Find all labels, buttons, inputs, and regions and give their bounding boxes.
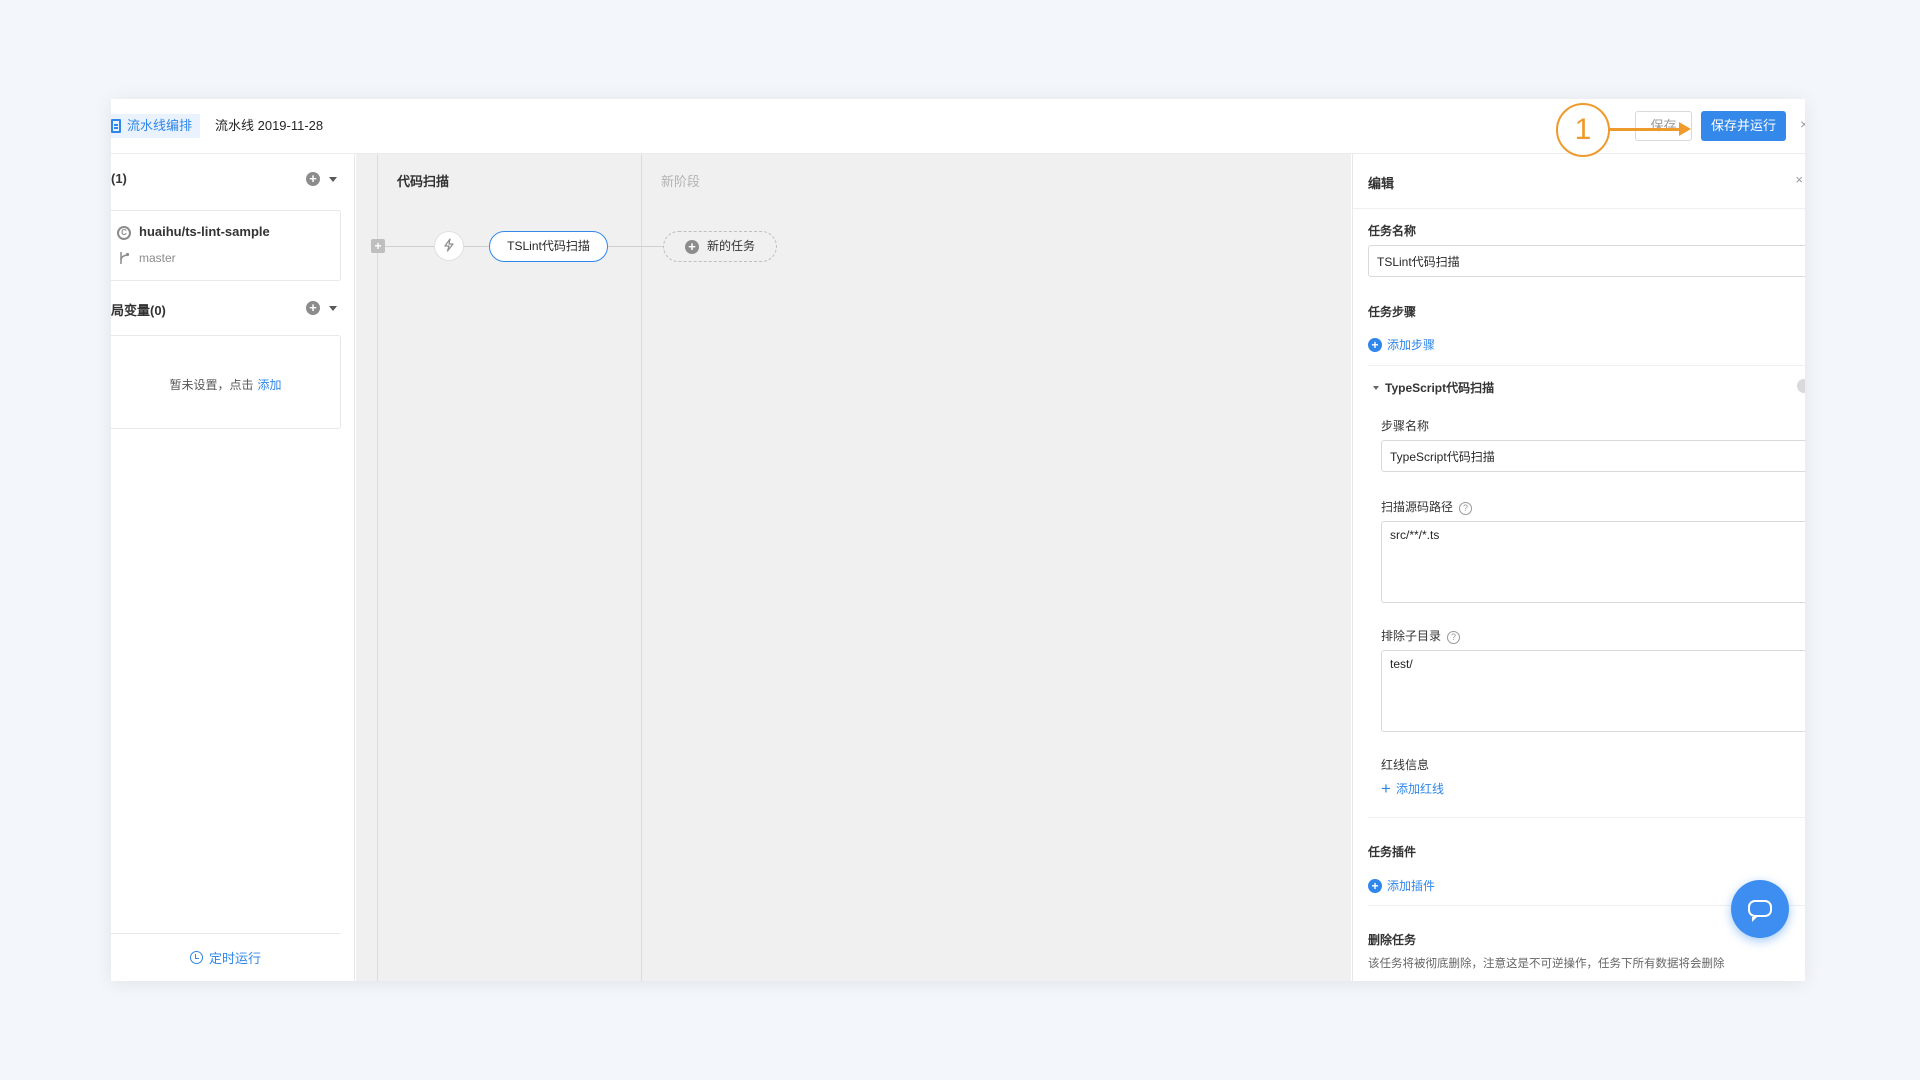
connector-line	[464, 246, 489, 247]
document-icon	[111, 119, 121, 133]
annotation-arrow-icon	[1609, 122, 1691, 136]
delete-task-label: 删除任务	[1368, 933, 1417, 947]
variables-card: 暂未设置，点击 添加	[111, 335, 341, 429]
add-variable-icon[interactable]: +	[306, 301, 320, 315]
exclude-dir-label: 排除子目录	[1381, 629, 1442, 643]
add-source-icon[interactable]: +	[306, 172, 320, 186]
scheduled-run-label: 定时运行	[208, 951, 261, 966]
plus-circle-icon: +	[1368, 337, 1382, 352]
close-icon[interactable]: ×	[1795, 172, 1803, 187]
stage-title[interactable]: 代码扫描	[397, 171, 449, 190]
add-step-button[interactable]: + 添加步骤	[1368, 336, 1435, 353]
add-redline-label: 添加红线	[1395, 782, 1444, 796]
repo-name: huaihu/ts-lint-sample	[139, 224, 270, 239]
stage-title[interactable]: 新阶段	[661, 171, 700, 190]
step-title[interactable]: TypeScript代码扫描	[1385, 379, 1494, 396]
step-menu-handle[interactable]	[1797, 379, 1805, 393]
repo-card[interactable]: C huaihu/ts-lint-sample master	[111, 210, 341, 281]
variables-section-title: 局变量(0)	[111, 303, 166, 318]
chevron-down-icon[interactable]	[329, 306, 337, 311]
tab-pipeline-label: 流水线编排	[127, 118, 193, 133]
sources-section-title: (1)	[111, 171, 127, 186]
add-variable-link[interactable]: 添加	[258, 378, 282, 392]
step-name-label: 步骤名称	[1381, 419, 1430, 433]
task-steps-label: 任务步骤	[1368, 305, 1417, 319]
connector-line	[385, 246, 434, 247]
chevron-down-icon[interactable]	[329, 177, 337, 182]
sidebar: (1) + C huaihu/ts-lint-sample master 局变量…	[111, 154, 355, 981]
alarm-clock-icon	[189, 951, 203, 964]
help-icon[interactable]: ?	[1459, 502, 1473, 515]
exclude-dir-label-row: 排除子目录?	[1381, 627, 1461, 644]
expand-stage-icon[interactable]: +	[371, 239, 385, 253]
redline-label: 红线信息	[1381, 758, 1430, 772]
chat-button[interactable]	[1731, 880, 1789, 938]
task-name-input[interactable]	[1368, 245, 1805, 277]
exclude-dir-textarea[interactable]: test/	[1381, 650, 1805, 732]
add-redline-button[interactable]: + 添加红线	[1381, 780, 1444, 797]
new-task-label: 新的任务	[706, 239, 755, 253]
chat-bubble-icon	[1748, 900, 1772, 922]
pipeline-name[interactable]: 流水线 2019-11-28	[215, 114, 323, 138]
add-plugin-label: 添加插件	[1387, 879, 1436, 893]
help-icon[interactable]: ?	[1447, 631, 1461, 644]
add-task-icon: +	[684, 239, 699, 254]
new-task-node[interactable]: + 新的任务	[663, 231, 777, 262]
scan-path-textarea[interactable]: src/**/*.ts	[1381, 521, 1805, 603]
save-and-run-button[interactable]: 保存并运行	[1701, 111, 1786, 141]
task-name-label: 任务名称	[1368, 224, 1417, 238]
lightning-icon	[444, 238, 454, 252]
connector-line	[643, 246, 663, 247]
branch-icon	[120, 252, 130, 264]
divider	[1368, 817, 1805, 818]
header-bar: 流水线编排 流水线 2019-11-28 保存 保存并运行 × 1	[111, 99, 1805, 157]
task-plugins-label: 任务插件	[1368, 845, 1417, 859]
add-plugin-button[interactable]: + 添加插件	[1368, 877, 1435, 894]
branch-name: master	[139, 251, 176, 265]
pipeline-canvas: 代码扫描 + TSLint代码扫描 新阶段 + 新的任务	[356, 154, 1351, 981]
variables-empty-state: 暂未设置，点击 添加	[111, 376, 340, 393]
variables-empty-text: 暂未设置，点击	[169, 378, 254, 392]
annotation-callout: 1	[1556, 103, 1610, 157]
edit-panel: 编辑 × 任务名称 任务步骤 + 添加步骤 TypeScript代码扫描 步骤名…	[1352, 154, 1805, 981]
plus-circle-icon: +	[1368, 878, 1382, 893]
task-node[interactable]: TSLint代码扫描	[489, 231, 608, 262]
step-name-input[interactable]	[1381, 440, 1805, 472]
scan-path-label-row: 扫描源码路径?	[1381, 498, 1473, 515]
scan-path-label: 扫描源码路径	[1381, 500, 1454, 514]
chevron-down-icon[interactable]	[1373, 386, 1379, 390]
pipeline-editor-window: 流水线编排 流水线 2019-11-28 保存 保存并运行 × 1 (1) + …	[111, 99, 1805, 981]
repo-icon: C	[117, 226, 131, 240]
plus-icon: +	[1381, 778, 1391, 798]
close-icon[interactable]: ×	[1800, 116, 1805, 132]
stage-new: 新阶段 + 新的任务	[643, 154, 1351, 981]
divider	[1353, 208, 1805, 209]
canvas-gutter	[356, 154, 378, 981]
add-step-label: 添加步骤	[1387, 338, 1436, 352]
delete-task-description: 该任务将被彻底删除，注意这是不可逆操作，任务下所有数据将会删除	[1368, 958, 1725, 970]
panel-title: 编辑	[1368, 176, 1395, 191]
tab-pipeline-orchestration[interactable]: 流水线编排	[111, 114, 201, 138]
scheduled-run-button[interactable]: 定时运行	[111, 933, 340, 981]
stage-code-scan: 代码扫描 + TSLint代码扫描	[371, 154, 665, 981]
divider	[1368, 365, 1805, 366]
trigger-node[interactable]	[434, 231, 464, 261]
